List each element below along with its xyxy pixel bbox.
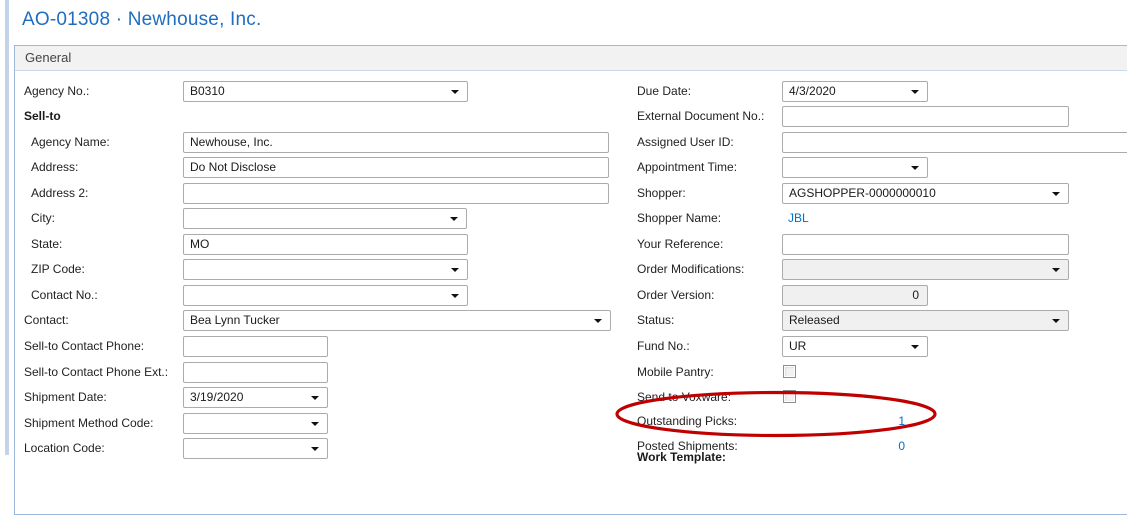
work-template-group-label: Work Template: [637,447,726,468]
shopper-combobox[interactable]: AGSHOPPER-0000000010 [782,183,1069,204]
dropdown-arrow-icon[interactable] [1052,192,1060,196]
dropdown-arrow-icon[interactable] [1052,319,1060,323]
status-value: Released [789,313,840,327]
mobile-pantry-checkbox[interactable] [783,365,796,378]
order-version-label: Order Version: [637,285,714,306]
dropdown-arrow-icon[interactable] [911,90,919,94]
shopper-name-link[interactable]: JBL [788,208,809,229]
due-date-combobox[interactable]: 4/3/2020 [782,81,928,102]
appointment-time-label: Appointment Time: [637,157,737,178]
dropdown-arrow-icon[interactable] [911,345,919,349]
send-to-voxware-label: Send to Voxware: [637,387,731,408]
due-date-label: Due Date: [637,81,691,102]
external-document-no-input[interactable] [782,106,1069,127]
fund-no-combobox[interactable]: UR [782,336,928,357]
general-fasttab-header[interactable]: General [15,46,1127,71]
fund-no-label: Fund No.: [637,336,690,357]
send-to-voxware-checkbox[interactable] [783,390,796,403]
assigned-user-id-label: Assigned User ID: [637,132,734,153]
order-version-value: 0 [912,288,919,302]
fund-no-value: UR [789,339,806,353]
your-reference-label: Your Reference: [637,234,723,255]
shopper-value: AGSHOPPER-0000000010 [789,186,936,200]
order-modifications-combobox[interactable] [782,259,1069,280]
your-reference-input[interactable] [782,234,1069,255]
assigned-user-id-input[interactable] [782,132,1127,153]
page-title: AO-01308 · Newhouse, Inc. [22,9,261,31]
outstanding-picks-label: Outstanding Picks: [637,411,737,432]
dropdown-arrow-icon[interactable] [1052,268,1060,272]
appointment-time-combobox[interactable] [782,157,928,178]
shopper-name-label: Shopper Name: [637,208,721,229]
mobile-pantry-label: Mobile Pantry: [637,362,714,383]
status-label: Status: [637,310,674,331]
shopper-label: Shopper: [637,183,686,204]
dropdown-arrow-icon[interactable] [911,166,919,170]
outstanding-picks-link[interactable]: 1 [782,411,905,432]
order-modifications-label: Order Modifications: [637,259,744,280]
status-combobox[interactable]: Released [782,310,1069,331]
order-version-input: 0 [782,285,928,306]
external-document-no-label: External Document No.: [637,106,764,127]
due-date-value: 4/3/2020 [789,84,836,98]
